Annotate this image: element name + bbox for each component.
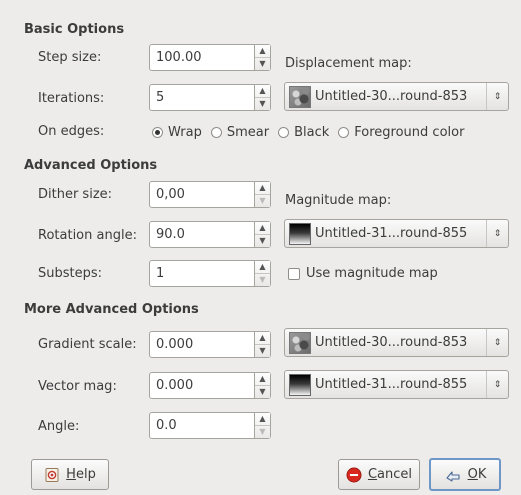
step-size-spinbutton[interactable]: 100.00 ▲ ▼ [149, 44, 271, 71]
dither-size-spinbutton[interactable]: 0,00 ▲ ▼ [149, 181, 271, 208]
angle-spinbutton[interactable]: 0.0 ▲ ▼ [149, 412, 271, 439]
gradient-scale-label: Gradient scale: [38, 337, 137, 352]
edge-radio-group: Wrap Smear Black Foreground color [152, 125, 473, 140]
help-button-label: Help [66, 467, 96, 482]
dither-size-value[interactable]: 0,00 [150, 182, 254, 207]
on-edges-label: On edges: [38, 124, 105, 139]
magnitude-map-thumbnail [289, 222, 311, 245]
displacement-map-combo[interactable]: Untitled-30...round-853 ⇕ [284, 82, 509, 111]
angle-down-icon[interactable]: ▼ [255, 425, 270, 438]
substeps-spinbutton[interactable]: 1 ▲ ▼ [149, 260, 271, 287]
help-button[interactable]: Help [31, 459, 109, 490]
section-basic-options: Basic Options [24, 22, 125, 37]
radio-icon[interactable] [278, 127, 290, 138]
step-size-down-icon[interactable]: ▼ [255, 57, 270, 70]
iterations-up-icon[interactable]: ▲ [255, 85, 270, 97]
updown-chevron-icon[interactable]: ⇕ [486, 83, 508, 110]
magnitude-map-value: Untitled-31...round-855 [315, 226, 468, 241]
rotation-angle-value[interactable]: 90.0 [150, 222, 254, 247]
edge-radio-foreground[interactable]: Foreground color [338, 125, 464, 140]
displacement-map-value: Untitled-30...round-853 [315, 89, 468, 104]
angle-up-icon[interactable]: ▲ [255, 413, 270, 425]
rotation-angle-down-icon[interactable]: ▼ [255, 234, 270, 247]
vector-map-thumbnail [289, 373, 311, 396]
use-magnitude-map-label: Use magnitude map [306, 266, 438, 281]
gradient-scale-up-icon[interactable]: ▲ [255, 332, 270, 344]
magnitude-map-combo[interactable]: Untitled-31...round-855 ⇕ [284, 219, 509, 248]
ok-hand-icon [444, 467, 462, 483]
vector-mag-down-icon[interactable]: ▼ [255, 385, 270, 398]
substeps-value[interactable]: 1 [150, 261, 254, 286]
vector-mag-up-icon[interactable]: ▲ [255, 373, 270, 385]
use-magnitude-map-checkbox[interactable]: Use magnitude map [288, 266, 438, 281]
rotation-angle-spinbutton[interactable]: 90.0 ▲ ▼ [149, 221, 271, 248]
substeps-label: Substeps: [38, 266, 103, 281]
vector-mag-spinbutton[interactable]: 0.000 ▲ ▼ [149, 372, 271, 399]
iterations-spinbutton[interactable]: 5 ▲ ▼ [149, 84, 271, 111]
dither-size-down-icon[interactable]: ▼ [255, 194, 270, 207]
edge-radio-black[interactable]: Black [278, 125, 329, 140]
step-size-up-icon[interactable]: ▲ [255, 45, 270, 57]
section-more-advanced-options: More Advanced Options [24, 302, 199, 317]
rotation-angle-label: Rotation angle: [38, 228, 137, 243]
gradient-scale-value[interactable]: 0.000 [150, 332, 254, 357]
gradient-map-combo[interactable]: Untitled-30...round-853 ⇕ [284, 328, 509, 357]
radio-selected-icon[interactable] [152, 127, 163, 138]
angle-label: Angle: [38, 419, 80, 434]
vector-map-value: Untitled-31...round-855 [315, 377, 468, 392]
dither-size-label: Dither size: [38, 187, 113, 202]
vector-mag-label: Vector mag: [38, 379, 117, 394]
updown-chevron-icon[interactable]: ⇕ [486, 329, 508, 356]
gradient-map-thumbnail [289, 331, 311, 354]
edge-radio-wrap[interactable]: Wrap [152, 125, 202, 140]
vector-mag-value[interactable]: 0.000 [150, 373, 254, 398]
rotation-angle-up-icon[interactable]: ▲ [255, 222, 270, 234]
cancel-button[interactable]: Cancel [338, 459, 420, 490]
iterations-down-icon[interactable]: ▼ [255, 97, 270, 110]
magnitude-map-label: Magnitude map: [285, 193, 392, 208]
cancel-button-label: Cancel [367, 467, 413, 482]
step-size-value[interactable]: 100.00 [150, 45, 254, 70]
gradient-scale-spinbutton[interactable]: 0.000 ▲ ▼ [149, 331, 271, 358]
ok-button-label: OK [467, 467, 487, 482]
iterations-label: Iterations: [38, 91, 105, 106]
checkbox-icon[interactable] [288, 267, 300, 280]
radio-icon[interactable] [338, 127, 350, 138]
gradient-map-value: Untitled-30...round-853 [315, 335, 468, 350]
displacement-map-thumbnail [289, 85, 311, 108]
angle-value[interactable]: 0.0 [150, 413, 254, 438]
step-size-label: Step size: [38, 50, 102, 65]
updown-chevron-icon[interactable]: ⇕ [486, 371, 508, 398]
gradient-scale-down-icon[interactable]: ▼ [255, 344, 270, 357]
iterations-value[interactable]: 5 [150, 85, 254, 110]
radio-icon[interactable] [210, 127, 222, 138]
dither-size-up-icon[interactable]: ▲ [255, 182, 270, 194]
substeps-up-icon[interactable]: ▲ [255, 261, 270, 273]
ok-button[interactable]: OK [429, 458, 501, 491]
displacement-map-label: Displacement map: [285, 56, 412, 71]
substeps-down-icon[interactable]: ▼ [255, 273, 270, 286]
updown-chevron-icon[interactable]: ⇕ [486, 220, 508, 247]
cancel-stop-icon [346, 467, 362, 483]
section-advanced-options: Advanced Options [24, 158, 158, 173]
edge-radio-smear[interactable]: Smear [210, 125, 269, 140]
vector-map-combo[interactable]: Untitled-31...round-855 ⇕ [284, 370, 509, 399]
help-book-icon [44, 467, 60, 483]
